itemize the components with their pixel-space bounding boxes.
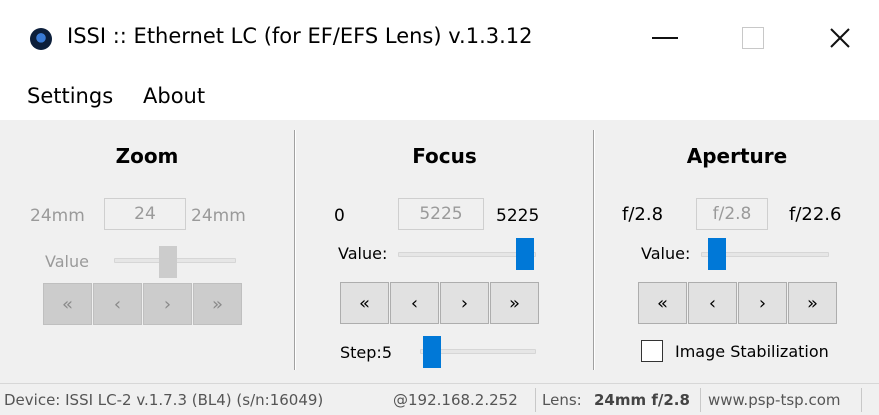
minimize-button[interactable] [635,18,695,58]
aperture-min-label: f/2.8 [622,204,664,225]
title-bar: ISSI :: Ethernet LC (for EF/EFS Lens) v.… [0,0,879,72]
zoom-max-label: 24mm [191,206,246,226]
status-website: www.psp-tsp.com [708,391,841,409]
status-bar: Device: ISSI LC-2 v.1.7.3 (BL4) (s/n:160… [0,383,879,415]
aperture-value-field[interactable]: f/2.8 [696,198,768,230]
status-ip: @192.168.2.252 [393,391,518,409]
status-separator [861,388,862,412]
menu-bar: Settings About [0,72,879,120]
status-device: Device: ISSI LC-2 v.1.7.3 (BL4) (s/n:160… [4,391,324,409]
aperture-back-button[interactable]: ‹ [688,282,737,324]
focus-forward-button[interactable]: › [440,282,489,324]
aperture-max-label: f/22.6 [789,204,842,225]
close-button[interactable] [810,18,870,58]
zoom-fast-back-button[interactable]: « [43,283,92,325]
menu-settings[interactable]: Settings [27,84,113,108]
focus-back-button[interactable]: ‹ [390,282,439,324]
menu-about[interactable]: About [143,84,205,108]
image-stabilization-label: Image Stabilization [675,342,829,361]
focus-max-label: 5225 [496,206,540,226]
aperture-forward-button[interactable]: › [738,282,787,324]
focus-fast-forward-button[interactable]: » [490,282,539,324]
aperture-fast-back-button[interactable]: « [638,282,687,324]
aperture-value-label: Value: [641,244,691,263]
status-separator [700,388,701,412]
focus-slider-thumb[interactable] [516,238,534,270]
focus-title: Focus [412,144,477,168]
status-lens-value: 24mm f/2.8 [594,391,690,409]
control-panel: Zoom 24mm 24 24mm Value « ‹ › » Focus 0 … [0,120,879,383]
status-separator [535,388,536,412]
aperture-slider-thumb[interactable] [708,238,726,270]
aperture-fast-forward-button[interactable]: » [788,282,837,324]
zoom-value-label: Value [45,252,89,271]
maximize-icon [742,27,764,49]
focus-min-label: 0 [334,206,345,226]
zoom-min-label: 24mm [30,206,85,226]
zoom-forward-button[interactable]: › [143,283,192,325]
image-stabilization-checkbox[interactable] [641,340,663,362]
minimize-icon [652,37,678,39]
aperture-title: Aperture [686,144,788,168]
focus-step-label: Step:5 [340,343,392,362]
focus-step-slider-thumb[interactable] [423,336,441,368]
status-lens-label: Lens: [542,391,582,409]
app-lens-icon [30,28,52,50]
zoom-title: Zoom [115,144,179,168]
window-title: ISSI :: Ethernet LC (for EF/EFS Lens) v.… [67,24,533,48]
maximize-button[interactable] [723,18,783,58]
zoom-fast-forward-button[interactable]: » [193,283,242,325]
focus-fast-back-button[interactable]: « [340,282,389,324]
focus-value-field[interactable]: 5225 [398,198,484,230]
close-icon [830,28,850,48]
zoom-back-button[interactable]: ‹ [93,283,142,325]
zoom-value-field[interactable]: 24 [104,198,186,230]
focus-value-label: Value: [338,244,388,263]
zoom-slider-thumb[interactable] [159,246,177,278]
